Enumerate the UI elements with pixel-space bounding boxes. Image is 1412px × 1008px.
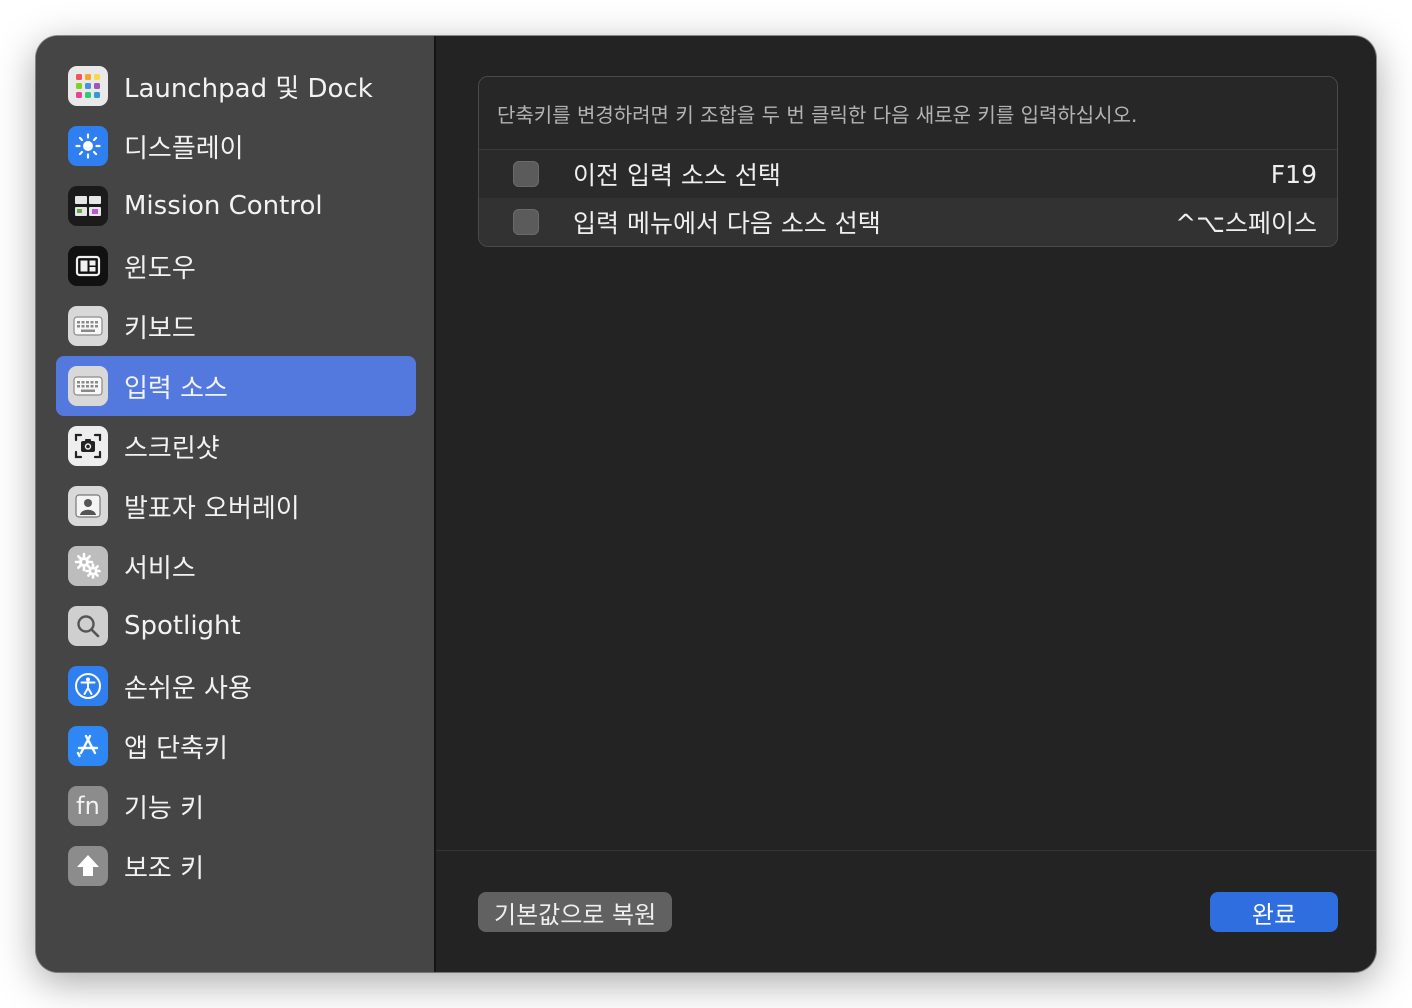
sidebar-item-function-keys[interactable]: fn 기능 키 xyxy=(56,776,416,836)
keyboard-icon xyxy=(68,306,108,346)
keyboard-icon xyxy=(68,366,108,406)
sidebar: Launchpad 및 Dock 디스플레이 Mission Control 윈… xyxy=(36,36,436,972)
sidebar-item-launchpad-dock[interactable]: Launchpad 및 Dock xyxy=(56,56,416,116)
sidebar-item-label: 앱 단축키 xyxy=(124,733,228,764)
keyboard-shortcuts-window: Launchpad 및 Dock 디스플레이 Mission Control 윈… xyxy=(36,36,1376,972)
restore-defaults-button[interactable]: 기본값으로 복원 xyxy=(478,892,673,932)
shortcut-checkbox[interactable] xyxy=(513,209,539,235)
sidebar-item-label: 보조 키 xyxy=(124,853,205,884)
sidebar-item-label: 디스플레이 xyxy=(124,133,244,164)
magnifier-icon xyxy=(68,606,108,646)
sidebar-item-input-sources[interactable]: 입력 소스 xyxy=(56,356,416,416)
sidebar-item-window[interactable]: 윈도우 xyxy=(56,236,416,296)
shortcut-list: 단축키를 변경하려면 키 조합을 두 번 클릭한 다음 새로운 키를 입력하십시… xyxy=(478,76,1338,247)
sidebar-item-label: Mission Control xyxy=(124,191,323,221)
sidebar-item-spotlight[interactable]: Spotlight xyxy=(56,596,416,656)
sidebar-item-mission-control[interactable]: Mission Control xyxy=(56,176,416,236)
sidebar-item-label: 윈도우 xyxy=(124,253,196,284)
app-store-icon xyxy=(68,726,108,766)
shortcut-label: 입력 메뉴에서 다음 소스 선택 xyxy=(573,209,881,238)
shortcut-label: 이전 입력 소스 선택 xyxy=(573,161,781,190)
done-button[interactable]: 완료 xyxy=(1210,892,1338,932)
fn-key-icon: fn xyxy=(68,786,108,826)
sidebar-item-label: Launchpad 및 Dock xyxy=(124,73,373,104)
sidebar-item-display[interactable]: 디스플레이 xyxy=(56,116,416,176)
sidebar-item-label: 입력 소스 xyxy=(124,373,228,404)
sidebar-item-keyboard[interactable]: 키보드 xyxy=(56,296,416,356)
sidebar-item-screenshot[interactable]: 스크린샷 xyxy=(56,416,416,476)
sidebar-item-modifier-keys[interactable]: 보조 키 xyxy=(56,836,416,896)
gears-icon xyxy=(68,546,108,586)
sidebar-item-presenter-overlay[interactable]: 발표자 오버레이 xyxy=(56,476,416,536)
sidebar-item-label: 서비스 xyxy=(124,553,196,584)
presenter-overlay-icon xyxy=(68,486,108,526)
main-panel: 단축키를 변경하려면 키 조합을 두 번 클릭한 다음 새로운 키를 입력하십시… xyxy=(436,36,1376,972)
window-icon xyxy=(68,246,108,286)
screenshot-camera-icon xyxy=(68,426,108,466)
sidebar-item-services[interactable]: 서비스 xyxy=(56,536,416,596)
shortcut-row[interactable]: 입력 메뉴에서 다음 소스 선택 ^⌥스페이스 xyxy=(479,198,1337,246)
footer-divider xyxy=(436,850,1376,851)
sidebar-item-label: 손쉬운 사용 xyxy=(124,673,252,704)
modifier-arrow-up-icon xyxy=(68,846,108,886)
shortcut-key[interactable]: F19 xyxy=(1271,160,1317,189)
shortcut-row[interactable]: 이전 입력 소스 선택 F19 xyxy=(479,150,1337,198)
sidebar-item-label: Spotlight xyxy=(124,611,241,641)
display-brightness-icon xyxy=(68,126,108,166)
sidebar-item-accessibility[interactable]: 손쉬운 사용 xyxy=(56,656,416,716)
sidebar-item-app-shortcuts[interactable]: 앱 단축키 xyxy=(56,716,416,776)
shortcut-key[interactable]: ^⌥스페이스 xyxy=(1175,204,1317,240)
shortcut-checkbox[interactable] xyxy=(513,161,539,187)
sidebar-item-label: 기능 키 xyxy=(124,793,205,824)
accessibility-icon xyxy=(68,666,108,706)
mission-control-icon xyxy=(68,186,108,226)
sidebar-item-label: 키보드 xyxy=(124,313,196,344)
sidebar-item-label: 스크린샷 xyxy=(124,433,220,464)
launchpad-icon xyxy=(68,66,108,106)
shortcut-hint: 단축키를 변경하려면 키 조합을 두 번 클릭한 다음 새로운 키를 입력하십시… xyxy=(479,77,1337,150)
sidebar-item-label: 발표자 오버레이 xyxy=(124,493,300,524)
